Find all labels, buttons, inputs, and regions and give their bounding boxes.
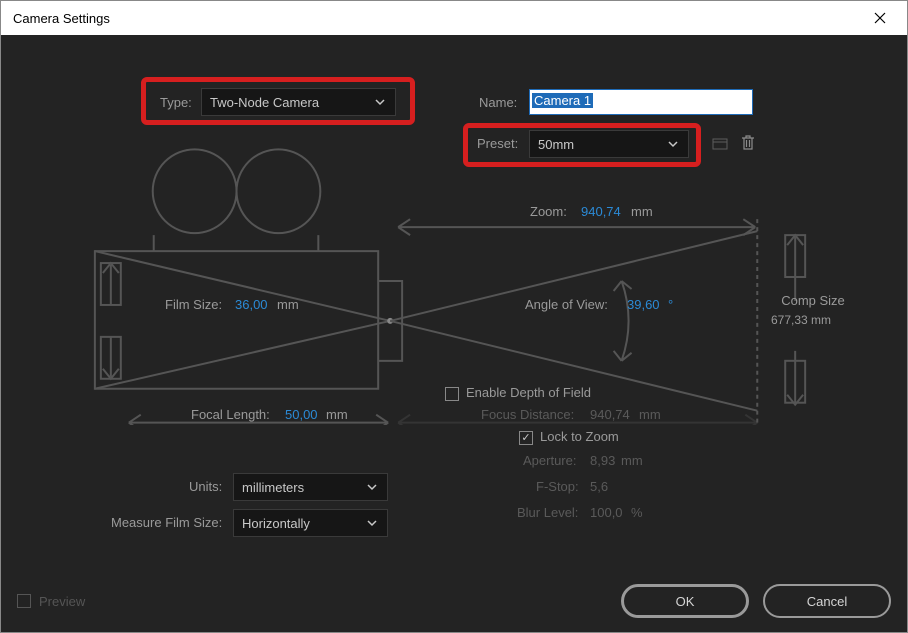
window-title: Camera Settings — [13, 11, 110, 26]
chevron-down-icon — [365, 516, 379, 530]
footer: Preview OK Cancel — [17, 584, 891, 618]
measure-dropdown[interactable]: Horizontally — [233, 509, 388, 537]
film-size-unit: mm — [277, 297, 299, 312]
units-dropdown[interactable]: millimeters — [233, 473, 388, 501]
units-value: millimeters — [242, 480, 304, 495]
type-label: Type: — [160, 95, 192, 110]
zoom-value[interactable]: 940,74 — [581, 204, 621, 219]
aperture-value: 8,93 — [590, 453, 615, 468]
focal-length-value[interactable]: 50,00 — [285, 407, 318, 422]
titlebar: Camera Settings — [1, 1, 907, 35]
focal-length-unit: mm — [326, 407, 348, 422]
close-button[interactable] — [857, 2, 903, 34]
measure-value: Horizontally — [242, 516, 310, 531]
type-value: Two-Node Camera — [210, 95, 319, 110]
camera-settings-window: Camera Settings Type: Two-Node Camera Na… — [0, 0, 908, 633]
enable-depth-checkbox[interactable] — [445, 387, 459, 401]
type-dropdown[interactable]: Two-Node Camera — [201, 88, 396, 116]
close-icon — [874, 12, 886, 24]
fstop-label: F-Stop: — [536, 479, 579, 494]
preview-checkbox[interactable] — [17, 594, 31, 608]
focus-distance-label: Focus Distance: — [481, 407, 574, 422]
chevron-down-icon — [365, 480, 379, 494]
angle-value[interactable]: 39,60 — [627, 297, 660, 312]
name-label: Name: — [479, 95, 517, 110]
camera-diagram — [39, 145, 869, 425]
focus-distance-unit: mm — [639, 407, 661, 422]
blur-label: Blur Level: — [517, 505, 578, 520]
ok-button[interactable]: OK — [621, 584, 749, 618]
blur-unit: % — [631, 505, 643, 520]
comp-size-value: 677,33 mm — [771, 313, 831, 327]
fstop-value: 5,6 — [590, 479, 608, 494]
dialog-body: Type: Two-Node Camera Name: Camera 1 Pre… — [1, 35, 907, 632]
measure-label: Measure Film Size: — [111, 515, 222, 530]
lock-to-zoom-label: Lock to Zoom — [540, 429, 619, 444]
focus-distance-value: 940,74 — [590, 407, 630, 422]
lock-to-zoom-checkbox[interactable] — [519, 431, 533, 445]
cancel-button[interactable]: Cancel — [763, 584, 891, 618]
name-input[interactable]: Camera 1 — [529, 89, 753, 115]
enable-depth-label: Enable Depth of Field — [466, 385, 591, 400]
zoom-label: Zoom: — [530, 204, 567, 219]
focal-length-label: Focal Length: — [191, 407, 270, 422]
film-size-label: Film Size: — [165, 297, 222, 312]
film-size-value[interactable]: 36,00 — [235, 297, 268, 312]
zoom-unit: mm — [631, 204, 653, 219]
aperture-unit: mm — [621, 453, 643, 468]
comp-size-label: Comp Size — [775, 293, 851, 308]
chevron-down-icon — [373, 95, 387, 109]
angle-label: Angle of View: — [525, 297, 608, 312]
units-label: Units: — [189, 479, 222, 494]
blur-value: 100,0 — [590, 505, 623, 520]
aperture-label: Aperture: — [523, 453, 576, 468]
angle-unit: ° — [668, 297, 673, 312]
name-value: Camera 1 — [532, 93, 593, 108]
preview-label: Preview — [39, 594, 85, 609]
